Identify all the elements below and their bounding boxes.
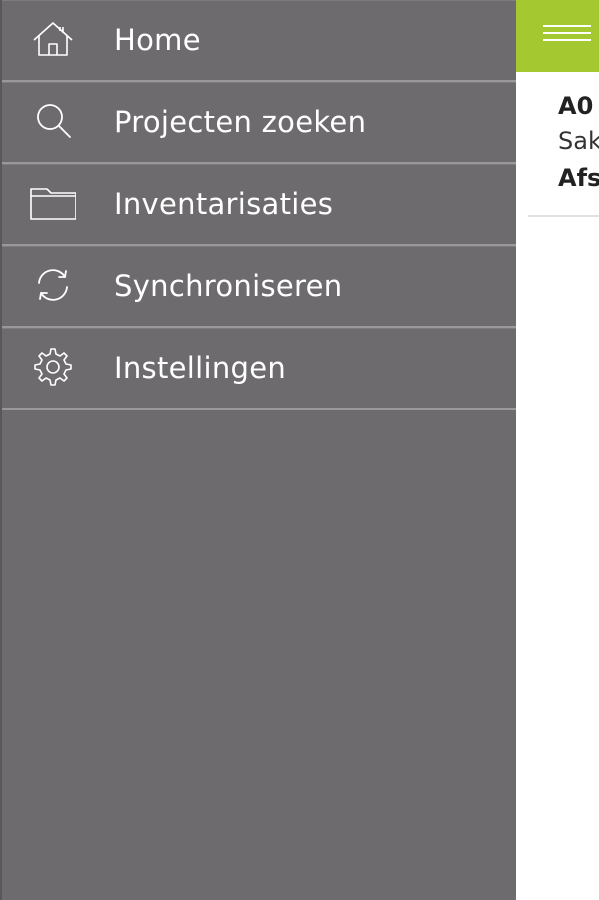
top-app-bar — [516, 0, 599, 72]
project-list-item[interactable]: A0 Sak Afs — [528, 72, 599, 217]
main-content: A0 Sak Afs — [516, 0, 599, 900]
hamburger-menu-icon[interactable] — [543, 22, 591, 44]
project-name: Sak — [558, 127, 599, 155]
home-icon — [30, 19, 76, 59]
project-code: A0 — [558, 92, 594, 120]
navigation-drawer: Home Projecten zoeken Inventarisaties Sy… — [0, 0, 516, 900]
menu-item-label: Projecten zoeken — [114, 105, 367, 139]
sync-icon — [30, 265, 76, 305]
menu-item-synchroniseren[interactable]: Synchroniseren — [2, 246, 516, 328]
project-status: Afs — [558, 164, 599, 192]
gear-icon — [30, 347, 76, 387]
menu-item-projecten-zoeken[interactable]: Projecten zoeken — [2, 82, 516, 164]
menu-item-label: Instellingen — [114, 351, 287, 385]
menu-item-label: Home — [114, 23, 201, 57]
menu-item-home[interactable]: Home — [2, 0, 516, 82]
menu-item-inventarisaties[interactable]: Inventarisaties — [2, 164, 516, 246]
search-icon — [30, 101, 76, 141]
menu-item-label: Inventarisaties — [114, 187, 334, 221]
folder-icon — [30, 183, 76, 223]
app-screen: A0 Sak Afs Home Projecten zoeken Inventa… — [0, 0, 599, 900]
menu-item-label: Synchroniseren — [114, 269, 343, 303]
menu-item-instellingen[interactable]: Instellingen — [2, 328, 516, 410]
